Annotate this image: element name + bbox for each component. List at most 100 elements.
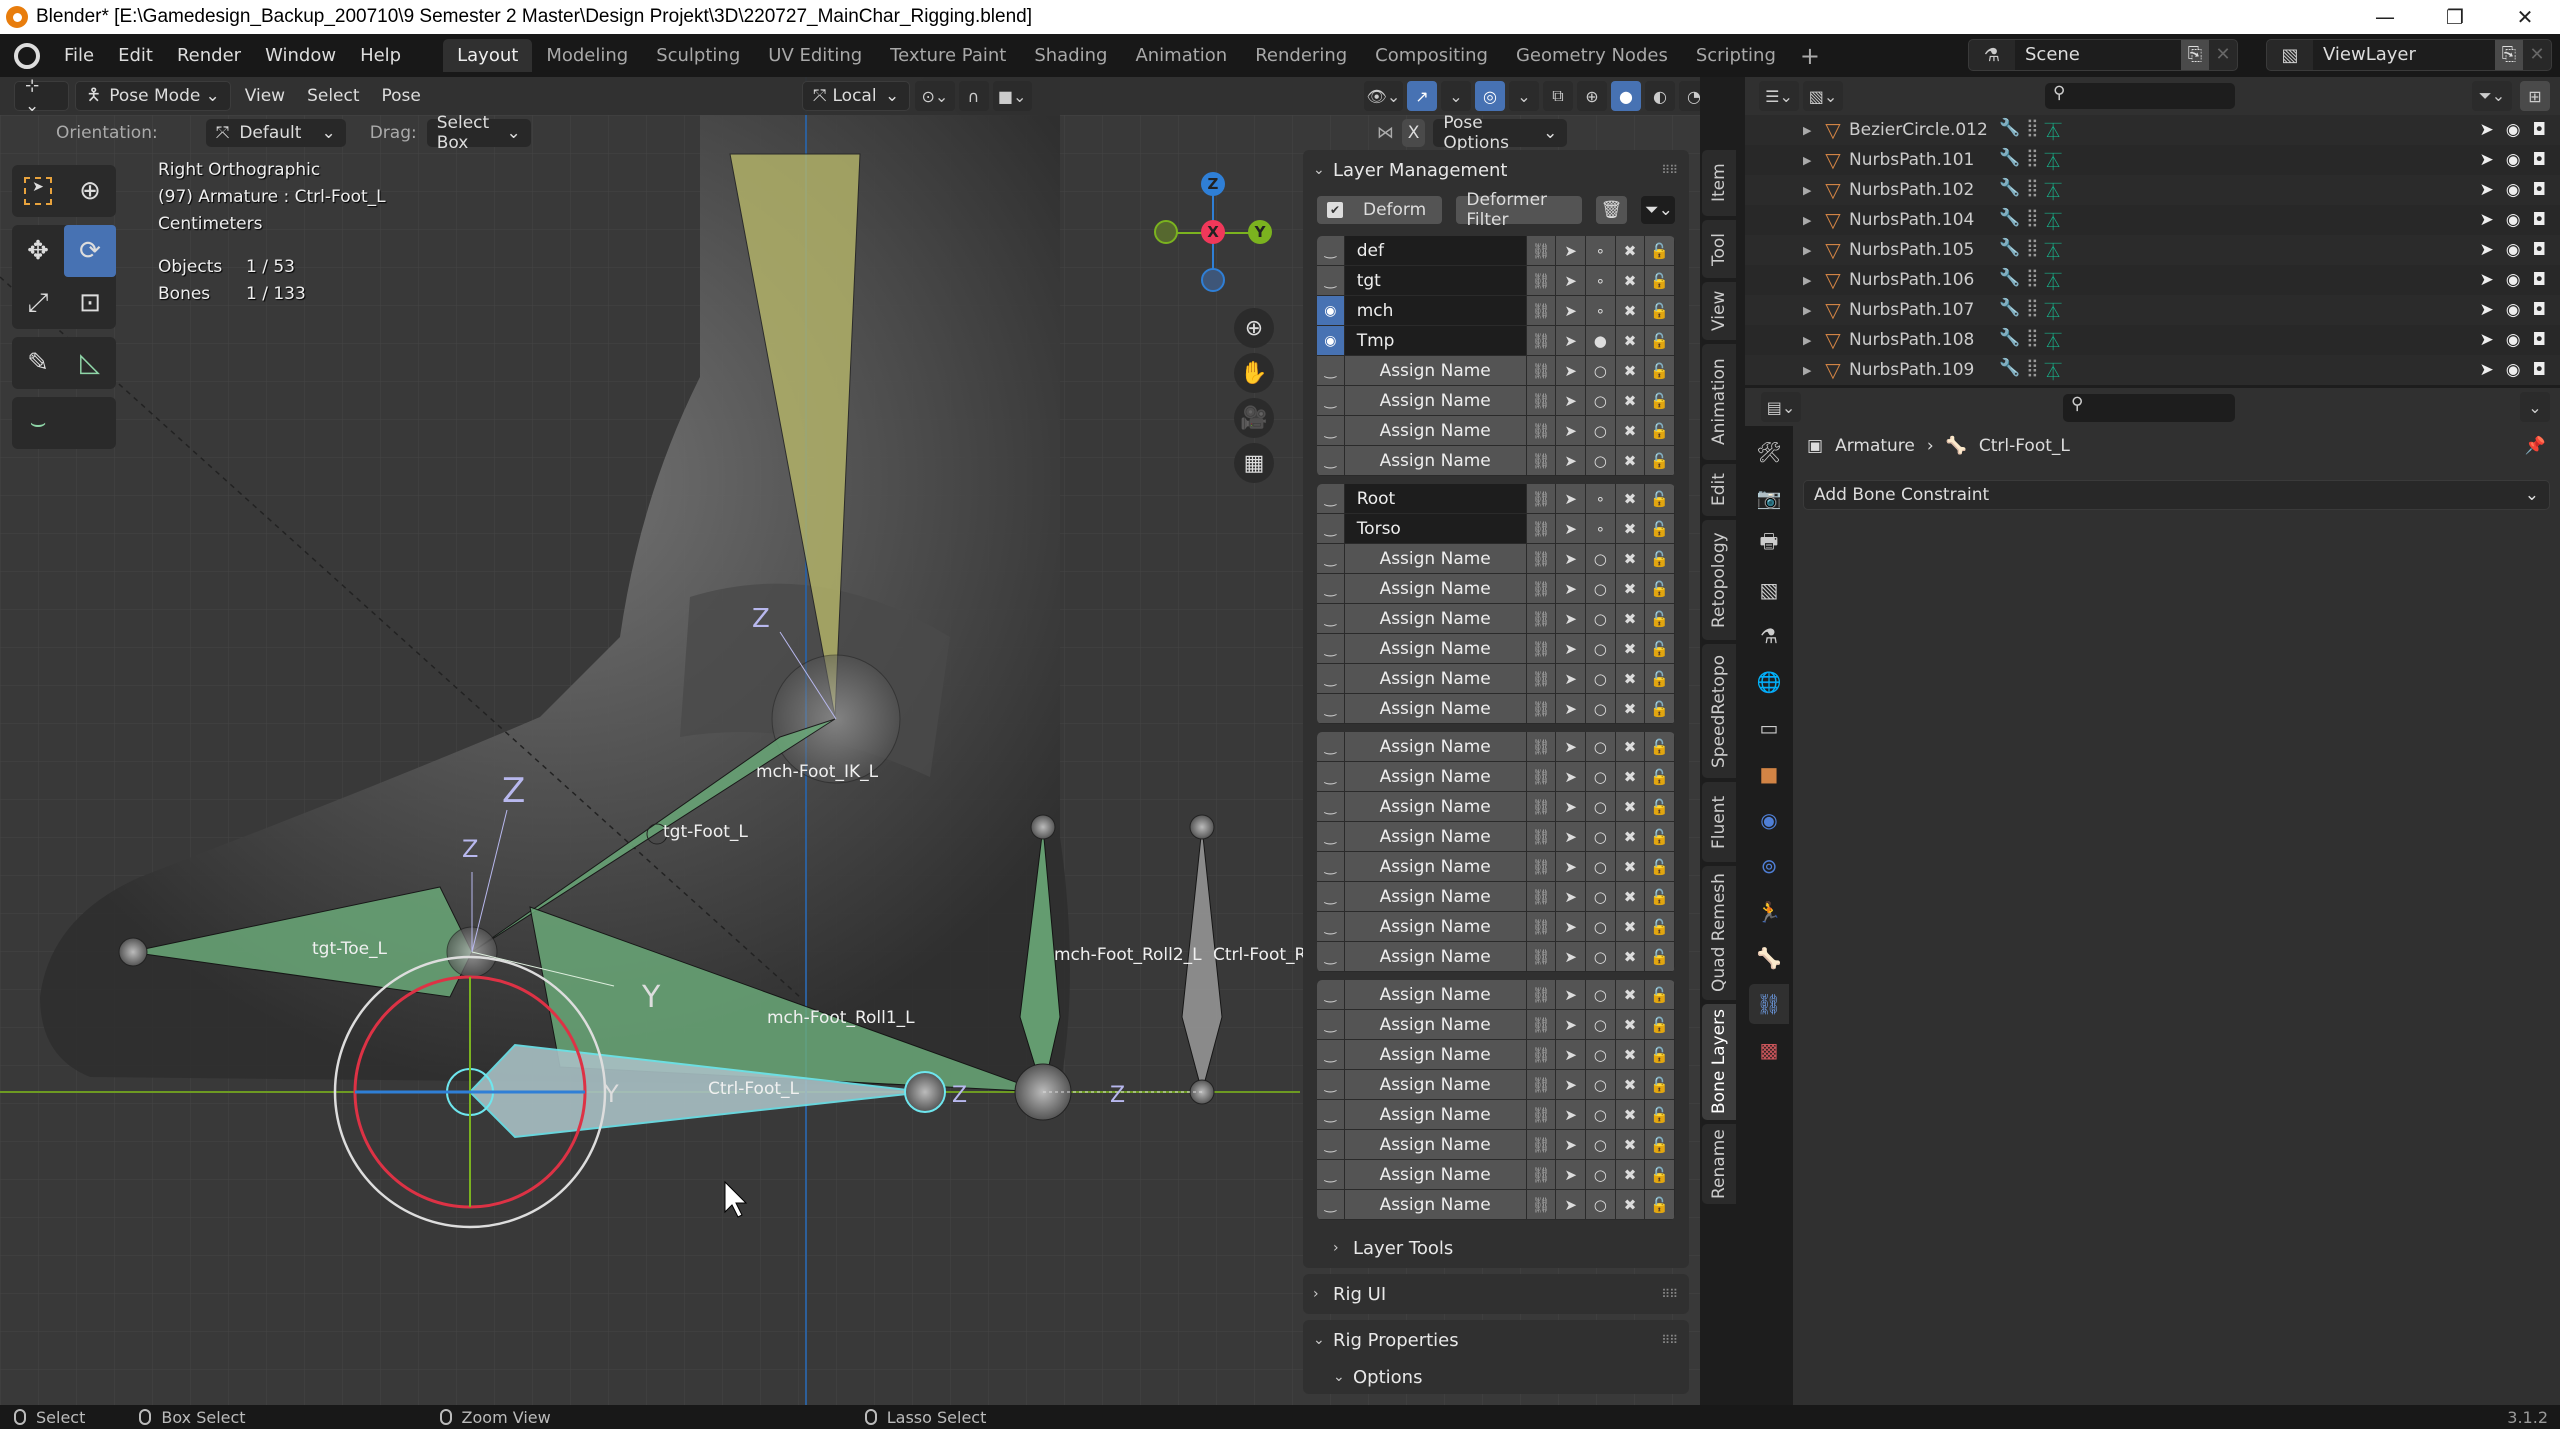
- bone-group-icon[interactable]: ✖: [1615, 514, 1646, 543]
- unlock-icon[interactable]: 🔓: [1645, 446, 1675, 475]
- circle-icon[interactable]: ○: [1585, 980, 1616, 1009]
- remove-scene-icon[interactable]: ✕: [2209, 40, 2237, 70]
- curve-data-icon[interactable]: ⏄: [2045, 358, 2062, 383]
- particle-icon[interactable]: ⣿: [2026, 178, 2038, 203]
- link-broken-icon[interactable]: ⛓: [1526, 634, 1557, 663]
- unlock-icon[interactable]: 🔓: [1645, 356, 1675, 385]
- circle-icon[interactable]: ○: [1585, 762, 1616, 791]
- new-collection-button[interactable]: ⊞: [2520, 81, 2550, 111]
- bone-group-icon[interactable]: ✖: [1615, 942, 1646, 971]
- select-arrow-icon[interactable]: ➤: [1556, 604, 1586, 633]
- layer-name-field[interactable]: mch: [1344, 296, 1527, 325]
- cursor-tool[interactable]: ⊕: [64, 165, 116, 217]
- particle-icon[interactable]: ⣿: [2026, 298, 2038, 323]
- bone-group-icon[interactable]: ✖: [1615, 822, 1646, 851]
- dot-icon[interactable]: ∘: [1586, 236, 1616, 265]
- bone-group-icon[interactable]: ✖: [1615, 664, 1646, 693]
- eye-closed-icon[interactable]: ‿: [1317, 912, 1345, 941]
- eye-closed-icon[interactable]: ‿: [1317, 1190, 1345, 1219]
- layer-name-field[interactable]: Assign Name: [1344, 912, 1527, 941]
- link-broken-icon[interactable]: ⛓: [1526, 446, 1557, 475]
- modifier-icon[interactable]: 🔧: [1999, 238, 2020, 263]
- link-broken-icon[interactable]: ⛓: [1526, 912, 1557, 941]
- eye-open-icon[interactable]: ◉: [1317, 326, 1345, 355]
- bone-group-icon[interactable]: ✖: [1615, 326, 1646, 355]
- pivot-point-button[interactable]: ⊙⌄: [915, 81, 955, 111]
- bone-group-icon[interactable]: ✖: [1615, 1070, 1646, 1099]
- circle-icon[interactable]: ○: [1585, 1010, 1616, 1039]
- layer-name-field[interactable]: Assign Name: [1344, 694, 1527, 723]
- layer-name-field[interactable]: Assign Name: [1344, 942, 1527, 971]
- outliner-search-input[interactable]: ⚲: [2045, 83, 2235, 109]
- eye-closed-icon[interactable]: ‿: [1317, 882, 1345, 911]
- menu-window[interactable]: Window: [253, 45, 348, 66]
- workspace-tab-animation[interactable]: Animation: [1121, 39, 1241, 72]
- sidebar-tab-view[interactable]: View: [1702, 282, 1736, 340]
- properties-options-button[interactable]: ⌄: [2520, 392, 2550, 422]
- bone-group-icon[interactable]: ✖: [1615, 484, 1646, 513]
- view-layer-name[interactable]: ViewLayer: [2313, 40, 2495, 70]
- unlock-icon[interactable]: 🔓: [1645, 1010, 1675, 1039]
- editor-type-button[interactable]: ▤⌄: [1761, 392, 1801, 422]
- layer-name-field[interactable]: Assign Name: [1344, 416, 1527, 445]
- unlock-icon[interactable]: 🔓: [1645, 236, 1675, 265]
- unlock-icon[interactable]: 🔓: [1645, 1160, 1675, 1189]
- eye-closed-icon[interactable]: ‿: [1317, 1010, 1345, 1039]
- curve-data-icon[interactable]: ⏄: [2045, 118, 2062, 143]
- orientation-dropdown[interactable]: ⤧ Default ⌄: [205, 119, 346, 147]
- eye-closed-icon[interactable]: ‿: [1317, 792, 1345, 821]
- sidebar-tab-speedretopo[interactable]: SpeedRetopo: [1702, 644, 1736, 778]
- sidebar-tab-bone-layers[interactable]: Bone Layers: [1702, 1004, 1736, 1120]
- tab-object-constraints[interactable]: ⊚: [1749, 846, 1789, 886]
- link-broken-icon[interactable]: ⛓: [1526, 1190, 1557, 1219]
- bone-group-icon[interactable]: ✖: [1615, 1130, 1646, 1159]
- eye-icon[interactable]: ◉: [2506, 180, 2521, 200]
- render-camera-icon[interactable]: ◘: [2533, 300, 2546, 320]
- circle-icon[interactable]: ○: [1585, 544, 1616, 573]
- curve-data-icon[interactable]: ⏄: [2045, 178, 2062, 203]
- link-broken-icon[interactable]: ⛓: [1526, 356, 1557, 385]
- eye-icon[interactable]: ◉: [2506, 300, 2521, 320]
- link-broken-icon[interactable]: ⛓: [1526, 882, 1557, 911]
- select-box-tool[interactable]: ➤: [12, 165, 64, 217]
- circle-icon[interactable]: ○: [1585, 664, 1616, 693]
- sidebar-tab-animation[interactable]: Animation: [1702, 344, 1736, 460]
- gizmo-y-axis[interactable]: Y: [1248, 220, 1272, 244]
- layer-name-field[interactable]: Assign Name: [1344, 634, 1527, 663]
- link-broken-icon[interactable]: ⛓: [1526, 544, 1557, 573]
- layer-name-field[interactable]: Assign Name: [1344, 1070, 1527, 1099]
- select-arrow-icon[interactable]: ➤: [1556, 1160, 1586, 1189]
- outliner-item-name[interactable]: NurbsPath.109: [1849, 360, 1999, 380]
- display-mode-button[interactable]: ▧⌄: [1803, 81, 1843, 111]
- link-broken-icon[interactable]: ⛓: [1526, 326, 1557, 355]
- shading-wireframe[interactable]: ⊕: [1577, 81, 1607, 111]
- bone-group-icon[interactable]: ✖: [1615, 544, 1646, 573]
- move-tool[interactable]: ✥: [12, 225, 64, 277]
- unlock-icon[interactable]: 🔓: [1645, 416, 1675, 445]
- unlock-icon[interactable]: 🔓: [1645, 822, 1675, 851]
- outliner-item[interactable]: ▶ ▽ NurbsPath.102 🔧 ⣿ ⏄ ➤ ◉ ◘: [1745, 175, 2560, 205]
- layer-name-field[interactable]: tgt: [1344, 266, 1527, 295]
- workspace-tab-shading[interactable]: Shading: [1020, 39, 1121, 72]
- eye-open-icon[interactable]: ◉: [1317, 296, 1345, 325]
- eye-closed-icon[interactable]: ‿: [1317, 942, 1345, 971]
- drag-handle-icon[interactable]: ⠿⠿: [1661, 1333, 1678, 1347]
- tab-output[interactable]: 🖶: [1749, 524, 1789, 564]
- layer-name-field[interactable]: Assign Name: [1344, 762, 1527, 791]
- layer-name-field[interactable]: Assign Name: [1344, 1190, 1527, 1219]
- menu-pose[interactable]: Pose: [371, 86, 432, 106]
- link-broken-icon[interactable]: ⛓: [1526, 604, 1557, 633]
- layer-name-field[interactable]: Assign Name: [1344, 852, 1527, 881]
- expand-triangle-icon[interactable]: ▶: [1803, 274, 1817, 287]
- circle-icon[interactable]: ○: [1585, 416, 1616, 445]
- drag-handle-icon[interactable]: ⠿⠿: [1661, 1287, 1678, 1301]
- layer-name-field[interactable]: Assign Name: [1344, 1160, 1527, 1189]
- circle-icon[interactable]: ○: [1585, 1040, 1616, 1069]
- new-scene-icon[interactable]: ⎘: [2181, 40, 2209, 70]
- snap-target-button[interactable]: ■⌄: [992, 81, 1032, 111]
- unlock-icon[interactable]: 🔓: [1645, 942, 1675, 971]
- select-arrow-icon[interactable]: ➤: [1556, 1040, 1586, 1069]
- render-camera-icon[interactable]: ◘: [2533, 240, 2546, 260]
- outliner-item[interactable]: ▶ ▽ NurbsPath.106 🔧 ⣿ ⏄ ➤ ◉ ◘: [1745, 265, 2560, 295]
- workspace-tab-layout[interactable]: Layout: [443, 39, 533, 72]
